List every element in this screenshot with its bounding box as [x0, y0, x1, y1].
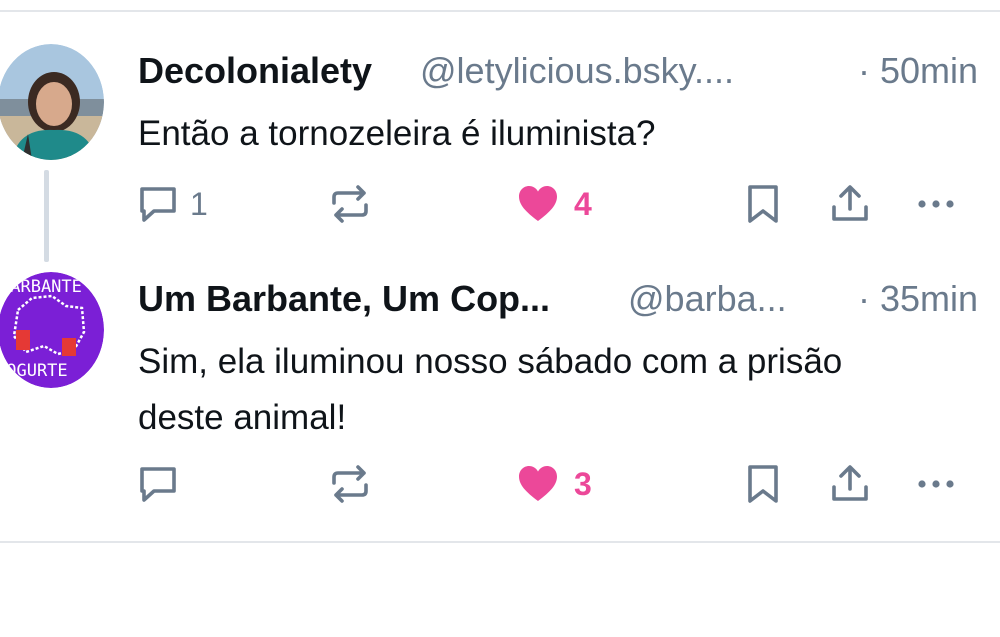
display-name[interactable]: Decolonialety [138, 50, 372, 92]
post-timestamp[interactable]: · 35min [858, 278, 978, 320]
bookmark-button[interactable] [744, 180, 784, 228]
like-count: 4 [574, 185, 592, 222]
user-handle[interactable]: @letylicious.bsky.... [420, 50, 734, 92]
like-button[interactable]: 3 [516, 460, 592, 508]
avatar[interactable] [0, 44, 104, 160]
like-count: 3 [574, 465, 592, 502]
bookmark-icon [744, 463, 784, 505]
comment-icon [136, 183, 180, 225]
post-text: Sim, ela iluminou nosso sábado com a pri… [138, 342, 843, 437]
more-icon [914, 463, 958, 505]
bookmark-button[interactable] [744, 460, 784, 508]
heart-icon [516, 463, 560, 505]
post-header: Um Barbante, Um Cop... @barba... · 35min [138, 278, 978, 322]
more-options-button[interactable] [914, 460, 958, 508]
comment-icon [136, 463, 180, 505]
share-button[interactable] [829, 460, 871, 508]
avatar-text-bottom: IOGURTE [0, 361, 68, 381]
avatar-text-top: BARBANTE [0, 277, 82, 297]
share-icon [829, 183, 871, 225]
more-options-button[interactable] [914, 180, 958, 228]
like-button[interactable]: 4 [516, 180, 592, 228]
repost-icon [328, 463, 372, 505]
share-icon [829, 463, 871, 505]
repost-button[interactable] [328, 460, 372, 508]
share-button[interactable] [829, 180, 871, 228]
heart-icon [516, 183, 560, 225]
bottom-divider [0, 541, 1000, 543]
bookmark-icon [744, 183, 784, 225]
post-text: Então a tornozeleira é iluminista? [138, 114, 656, 153]
avatar[interactable]: BARBANTE IOGURTE [0, 272, 104, 388]
reply-button[interactable] [136, 460, 190, 508]
reply-count: 1 [190, 185, 208, 222]
repost-icon [328, 183, 372, 225]
repost-button[interactable] [328, 180, 372, 228]
post-header: Decolonialety @letylicious.bsky.... · 50… [138, 50, 978, 94]
user-handle[interactable]: @barba... [628, 278, 787, 320]
reply-button[interactable]: 1 [136, 180, 208, 228]
post-actions: 3 [0, 460, 1000, 508]
more-icon [914, 183, 958, 225]
post-actions: 1 4 [0, 180, 1000, 228]
post-timestamp[interactable]: · 50min [858, 50, 978, 92]
display-name[interactable]: Um Barbante, Um Cop... [138, 278, 550, 320]
top-divider [0, 10, 1000, 12]
